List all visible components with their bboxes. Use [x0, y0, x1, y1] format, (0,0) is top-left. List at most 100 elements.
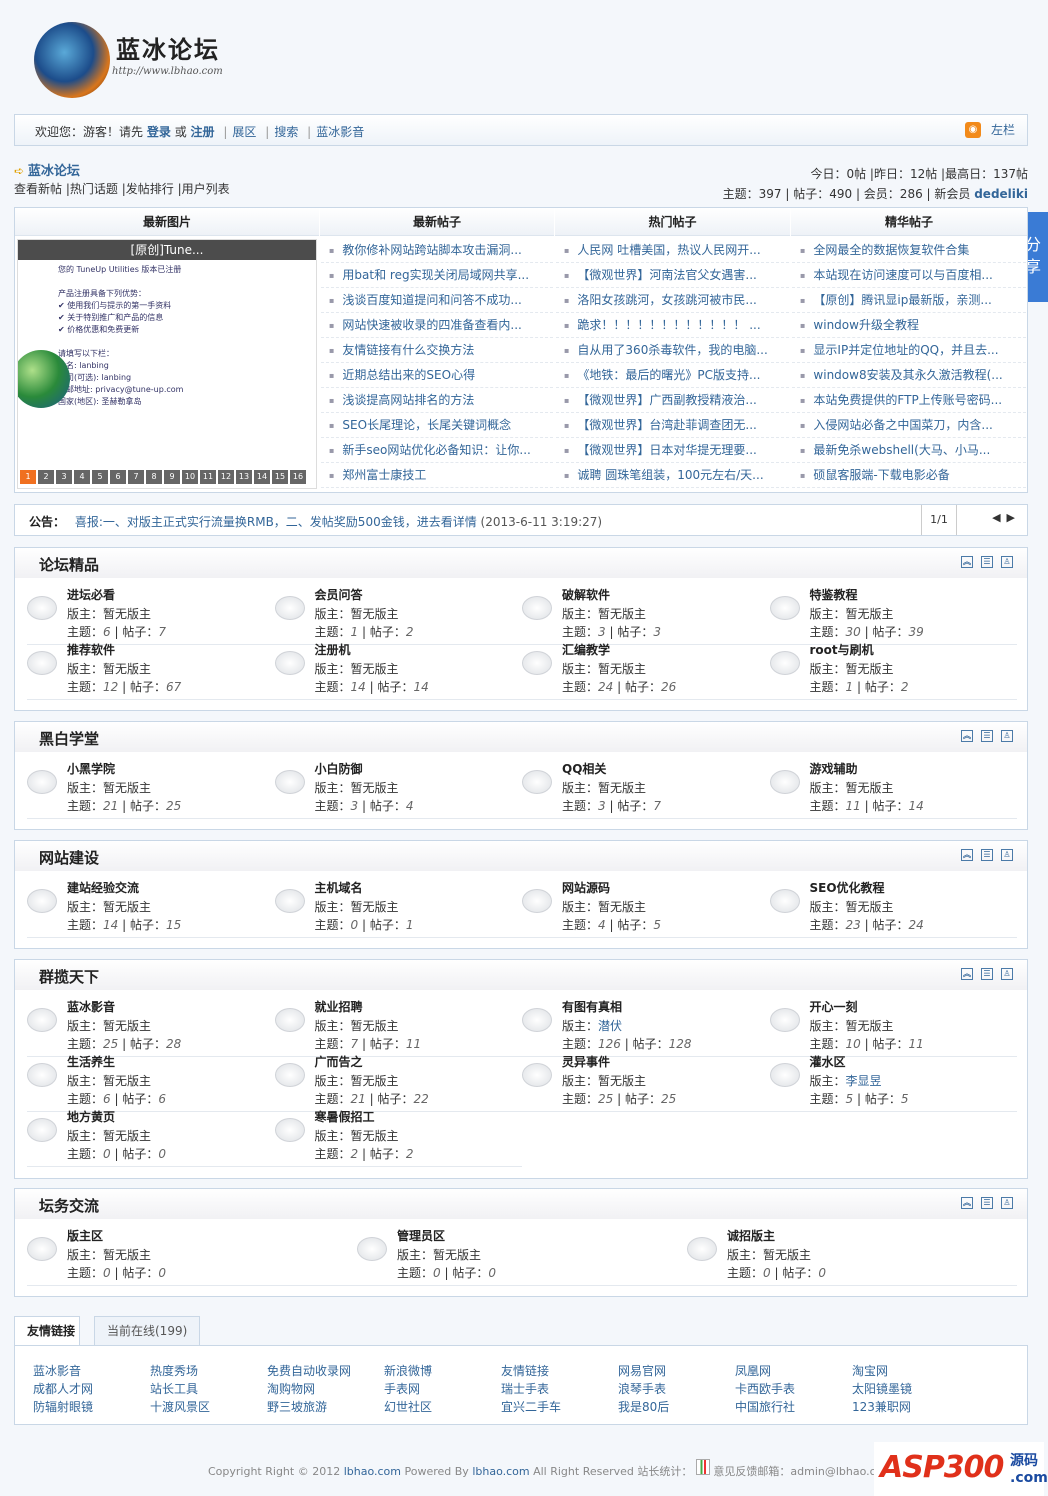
- forum-name[interactable]: 蓝冰影音: [67, 998, 181, 1017]
- moderator-icon[interactable]: ♙: [1001, 730, 1013, 742]
- forum-name[interactable]: 灵异事件: [562, 1053, 676, 1072]
- slide-page-1[interactable]: 1: [20, 470, 36, 484]
- slide-page-10[interactable]: 10: [182, 470, 198, 484]
- friend-link[interactable]: 手表网: [384, 1380, 420, 1397]
- forum-item[interactable]: 蓝冰影音 版主：暂无版主 主题：25 | 帖子：28: [27, 998, 275, 1057]
- newest-post-link[interactable]: 郑州富士康技工: [321, 463, 553, 488]
- forum-item[interactable]: 小黑学院 版主：暂无版主 主题：21 | 帖子：25: [27, 760, 275, 819]
- forum-item[interactable]: 破解软件 版主：暂无版主 主题：3 | 帖子：3: [522, 586, 770, 645]
- slide-page-5[interactable]: 5: [92, 470, 108, 484]
- forum-name[interactable]: root与刷机: [810, 641, 909, 660]
- forum-item[interactable]: 广而告之 版主：暂无版主 主题：21 | 帖子：22: [274, 1053, 522, 1112]
- newest-member-link[interactable]: dedeliki: [974, 187, 1028, 201]
- forum-item[interactable]: QQ相关 版主：暂无版主 主题：3 | 帖子：7: [522, 760, 770, 819]
- showcase-link[interactable]: 展区: [232, 125, 256, 139]
- forum-name[interactable]: 广而告之: [315, 1053, 429, 1072]
- category-title[interactable]: 黑白学堂: [39, 730, 99, 748]
- forum-item[interactable]: 有图有真相 版主：潜伏 主题：126 | 帖子：128: [522, 998, 770, 1057]
- forum-name[interactable]: 生活养生: [67, 1053, 166, 1072]
- forum-item[interactable]: 小白防御 版主：暂无版主 主题：3 | 帖子：4: [274, 760, 522, 819]
- hot-post-link[interactable]: 洛阳女孩跳河，女孩跳河被市民...: [556, 288, 789, 313]
- friend-link[interactable]: 野三坡旅游: [267, 1398, 327, 1415]
- forum-name[interactable]: 网站源码: [562, 879, 661, 898]
- friend-link[interactable]: 卡西欧手表: [735, 1380, 795, 1397]
- list-icon[interactable]: ☰: [981, 1197, 993, 1209]
- forum-item[interactable]: 灌水区 版主：李显昱 主题：5 | 帖子：5: [769, 1053, 1017, 1112]
- cnzz-stats-icon[interactable]: [695, 1459, 710, 1475]
- forum-name[interactable]: 灌水区: [810, 1053, 909, 1072]
- slide-page-6[interactable]: 6: [110, 470, 126, 484]
- list-icon[interactable]: ☰: [981, 849, 993, 861]
- moderator-icon[interactable]: ♙: [1001, 1197, 1013, 1209]
- slide-page-8[interactable]: 8: [146, 470, 162, 484]
- friend-link[interactable]: 友情链接: [501, 1362, 549, 1379]
- elite-post-link[interactable]: window升级全教程: [792, 313, 1026, 338]
- slide-page-4[interactable]: 4: [74, 470, 90, 484]
- moderator-name[interactable]: 李显昱: [846, 1074, 882, 1088]
- slide-page-2[interactable]: 2: [38, 470, 54, 484]
- hot-post-link[interactable]: 【微观世界】河南法官父女遇害...: [556, 263, 789, 288]
- forum-item[interactable]: 网站源码 版主：暂无版主 主题：4 | 帖子：5: [522, 879, 770, 938]
- friend-link[interactable]: 防辐射眼镜: [33, 1398, 93, 1415]
- forum-item[interactable]: 管理员区 版主：暂无版主 主题：0 | 帖子：0: [357, 1227, 687, 1286]
- forum-name[interactable]: 就业招聘: [315, 998, 422, 1017]
- forum-item[interactable]: 开心一刻 版主：暂无版主 主题：10 | 帖子：11: [769, 998, 1017, 1057]
- next-arrow-icon[interactable]: ▶: [1007, 511, 1021, 524]
- forum-name[interactable]: QQ相关: [562, 760, 661, 779]
- collapse-icon[interactable]: ︽: [961, 1197, 973, 1209]
- collapse-icon[interactable]: ︽: [961, 849, 973, 861]
- collapse-icon[interactable]: ︽: [961, 730, 973, 742]
- newest-post-link[interactable]: 近期总结出来的SEO心得: [321, 363, 553, 388]
- moderator-name[interactable]: 潜伏: [598, 1019, 622, 1033]
- nav-hot[interactable]: 热门话题: [70, 182, 118, 196]
- friend-link[interactable]: 成都人才网: [33, 1380, 93, 1397]
- slide-page-3[interactable]: 3: [56, 470, 72, 484]
- forum-item[interactable]: 灵异事件 版主：暂无版主 主题：25 | 帖子：25: [522, 1053, 770, 1112]
- collapse-icon[interactable]: ︽: [961, 556, 973, 568]
- forum-name[interactable]: 小白防御: [315, 760, 414, 779]
- forum-name[interactable]: 诚招版主: [727, 1227, 826, 1246]
- forum-item[interactable]: 汇编教学 版主：暂无版主 主题：24 | 帖子：26: [522, 641, 770, 700]
- friend-link[interactable]: 凤凰网: [735, 1362, 771, 1379]
- feedback-email[interactable]: 意见反馈邮箱：admin@lbhao.com: [713, 1465, 893, 1478]
- hot-post-link[interactable]: 【微观世界】广西副教授精液治...: [556, 388, 789, 413]
- category-title[interactable]: 网站建设: [39, 849, 99, 867]
- list-icon[interactable]: ☰: [981, 556, 993, 568]
- forum-item[interactable]: 生活养生 版主：暂无版主 主题：6 | 帖子：6: [27, 1053, 275, 1112]
- slide-page-12[interactable]: 12: [218, 470, 234, 484]
- category-title[interactable]: 坛务交流: [39, 1197, 99, 1215]
- elite-post-link[interactable]: 入侵网站必备之中国菜刀，内含...: [792, 413, 1026, 438]
- moderator-icon[interactable]: ♙: [1001, 968, 1013, 980]
- newest-post-link[interactable]: 浅谈百度知道提问和问答不成功...: [321, 288, 553, 313]
- slide-page-16[interactable]: 16: [290, 470, 306, 484]
- friend-link[interactable]: 淘宝网: [852, 1362, 888, 1379]
- list-icon[interactable]: ☰: [981, 730, 993, 742]
- forum-item[interactable]: SEO优化教程 版主：暂无版主 主题：23 | 帖子：24: [769, 879, 1017, 938]
- elite-post-link[interactable]: 硕鼠客服端-下载电影必备: [792, 463, 1026, 488]
- search-link[interactable]: 搜索: [274, 125, 298, 139]
- friend-link[interactable]: 浪琴手表: [618, 1380, 666, 1397]
- announcement-link[interactable]: 喜报:一、对版主正式实行流量换RMB，二、发帖奖励500金钱，进去看详情: [75, 515, 477, 529]
- forum-item[interactable]: 会员问答 版主：暂无版主 主题：1 | 帖子：2: [274, 586, 522, 645]
- friend-link[interactable]: 瑞士手表: [501, 1380, 549, 1397]
- slide-page-7[interactable]: 7: [128, 470, 144, 484]
- newest-post-link[interactable]: 友情链接有什么交换方法: [321, 338, 553, 363]
- tab-friend-links[interactable]: 友情链接: [14, 1316, 80, 1347]
- forum-name[interactable]: 游戏辅助: [810, 760, 924, 779]
- site-logo[interactable]: 蓝冰论坛 http://www.lbhao.com: [34, 22, 234, 98]
- site-link[interactable]: lbhao.com: [344, 1465, 401, 1478]
- nav-new-posts[interactable]: 查看新帖: [14, 182, 62, 196]
- forum-item[interactable]: 地方黄页 版主：暂无版主 主题：0 | 帖子：0: [27, 1108, 275, 1167]
- friend-link[interactable]: 淘购物网: [267, 1380, 315, 1397]
- collapse-icon[interactable]: ︽: [961, 968, 973, 980]
- slide-page-9[interactable]: 9: [164, 470, 180, 484]
- nav-ranking[interactable]: 发帖排行: [126, 182, 174, 196]
- category-title[interactable]: 群揽天下: [39, 968, 99, 986]
- forum-name[interactable]: 版主区: [67, 1227, 166, 1246]
- hot-post-link[interactable]: 跪求！！！！！！！！！！！！ ...: [556, 313, 789, 338]
- forum-item[interactable]: 注册机 版主：暂无版主 主题：14 | 帖子：14: [274, 641, 522, 700]
- friend-link[interactable]: 中国旅行社: [735, 1398, 795, 1415]
- friend-link[interactable]: 123兼职网: [852, 1398, 911, 1415]
- elite-post-link[interactable]: 显示IP并定位地址的QQ，并且去...: [792, 338, 1026, 363]
- breadcrumb-home[interactable]: 蓝冰论坛: [28, 164, 80, 179]
